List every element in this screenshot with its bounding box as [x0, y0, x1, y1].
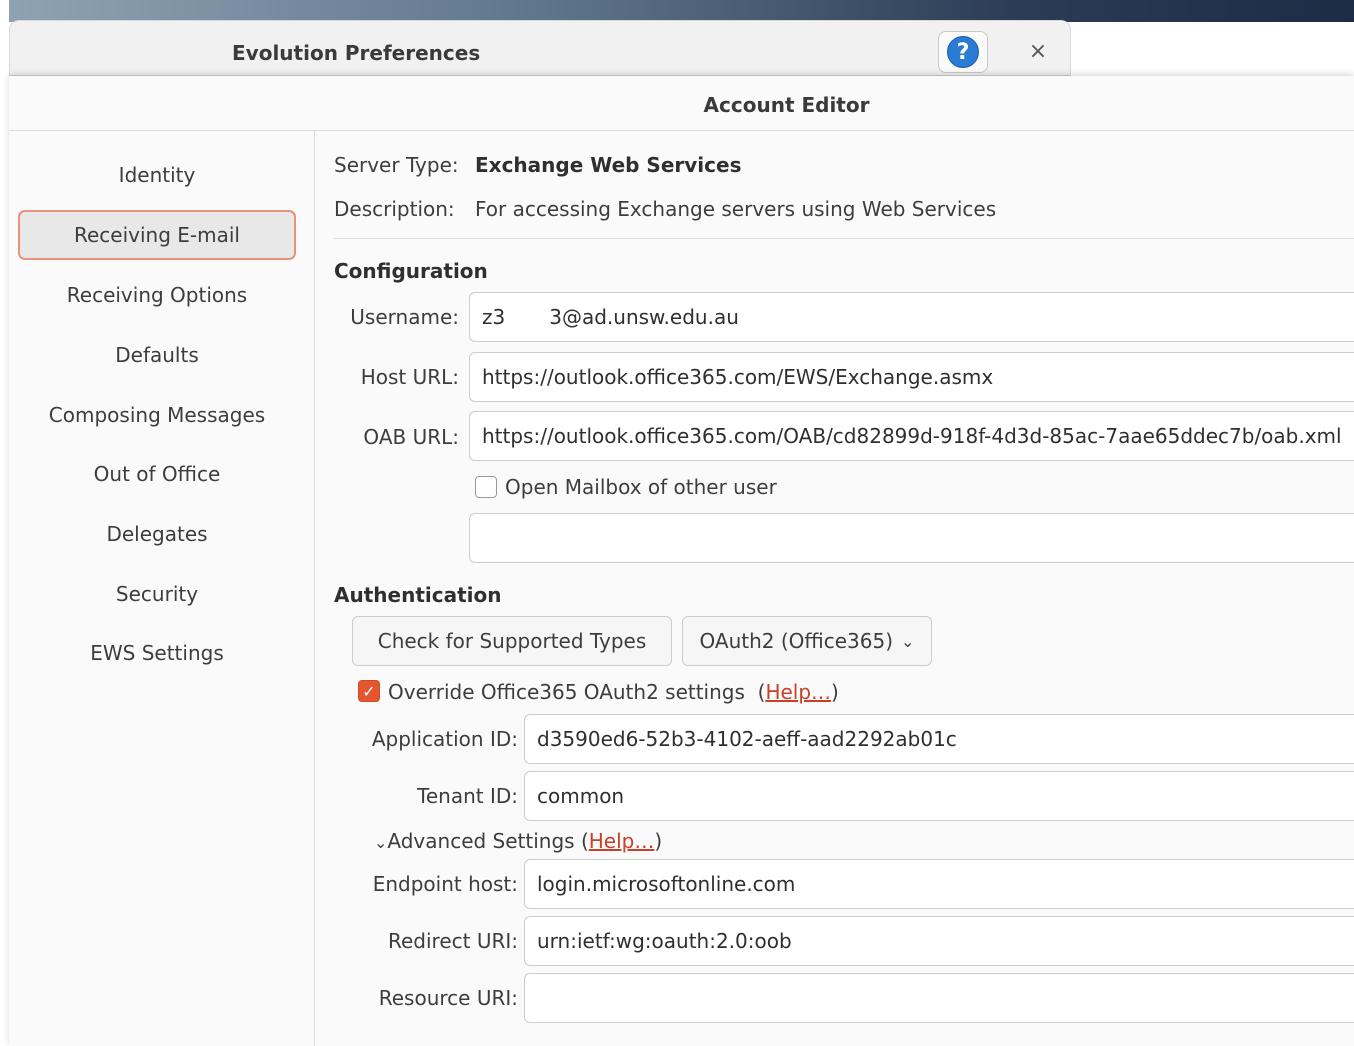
account-editor-dialog: Account Editor Identity Receiving E-mail…	[9, 76, 1354, 1046]
resource-uri-field[interactable]	[524, 973, 1354, 1023]
sidebar: Identity Receiving E-mail Receiving Opti…	[9, 131, 315, 1046]
override-oauth-label: Override Office365 OAuth2 settings (Help…	[388, 680, 839, 704]
preferences-title: Evolution Preferences	[232, 41, 481, 65]
question-mark-icon: ?	[947, 36, 979, 68]
application-id-label: Application ID:	[371, 727, 518, 751]
dialog-header: Account Editor	[9, 76, 1354, 131]
sidebar-item-receiving-email[interactable]: Receiving E-mail	[18, 210, 296, 260]
open-mailbox-checkbox[interactable]	[475, 476, 497, 498]
username-label: Username:	[350, 305, 459, 329]
desktop-background	[0, 0, 1354, 22]
host-url-label: Host URL:	[360, 365, 459, 389]
tenant-id-label: Tenant ID:	[417, 784, 518, 808]
configuration-heading: Configuration	[334, 259, 488, 283]
check-supported-types-button[interactable]: Check for Supported Types	[352, 616, 672, 666]
help-paren-open: (	[580, 829, 589, 853]
help-paren-close: )	[831, 680, 839, 704]
dialog-title: Account Editor	[703, 93, 870, 117]
redirect-uri-label: Redirect URI:	[387, 929, 518, 953]
username-field[interactable]: z3 3@ad.unsw.edu.au	[469, 292, 1354, 342]
chevron-down-icon: ⌄	[901, 631, 915, 651]
auth-method-value: OAuth2 (Office365)	[699, 629, 894, 653]
override-help-link[interactable]: Help…	[765, 680, 831, 704]
separator	[334, 238, 1354, 239]
sidebar-item-security[interactable]: Security	[18, 569, 296, 619]
checkmark-icon: ✓	[362, 681, 376, 701]
server-type-value: Exchange Web Services	[475, 153, 742, 177]
sidebar-item-defaults[interactable]: Defaults	[18, 330, 296, 380]
endpoint-host-field[interactable]: login.microsoftonline.com	[524, 859, 1354, 909]
sidebar-item-ews-settings[interactable]: EWS Settings	[18, 628, 296, 678]
receiving-email-page: Server Type: Exchange Web Services Descr…	[334, 131, 1354, 1046]
desktop-edge	[0, 0, 9, 1046]
application-id-field[interactable]: d3590ed6-52b3-4102-aeff-aad2292ab01c	[524, 714, 1354, 764]
sidebar-item-identity[interactable]: Identity	[18, 150, 296, 200]
oab-url-label: OAB URL:	[363, 425, 459, 449]
server-type-label: Server Type:	[334, 153, 459, 177]
open-mailbox-label: Open Mailbox of other user	[505, 475, 777, 499]
sidebar-item-out-of-office[interactable]: Out of Office	[18, 449, 296, 499]
override-oauth-checkbox[interactable]: ✓	[358, 680, 380, 702]
oab-url-field[interactable]: https://outlook.office365.com/OAB/cd8289…	[469, 411, 1354, 461]
preferences-titlebar: Evolution Preferences ? ×	[9, 20, 1071, 76]
help-paren-close: )	[654, 829, 663, 853]
other-user-field[interactable]	[469, 513, 1354, 563]
advanced-settings-expander[interactable]: ⌄Advanced Settings (Help…)	[374, 829, 662, 853]
advanced-help-link[interactable]: Help…	[589, 829, 655, 853]
tenant-id-field[interactable]: common	[524, 771, 1354, 821]
username-prefix: z3	[482, 305, 506, 329]
redacted-mask	[505, 305, 550, 329]
chevron-down-icon: ⌄	[374, 833, 388, 852]
close-icon: ×	[1028, 38, 1048, 64]
endpoint-host-label: Endpoint host:	[372, 872, 518, 896]
authentication-heading: Authentication	[334, 583, 502, 607]
username-suffix: 3@ad.unsw.edu.au	[549, 305, 739, 329]
sidebar-item-delegates[interactable]: Delegates	[18, 509, 296, 559]
auth-method-dropdown[interactable]: OAuth2 (Office365) ⌄	[682, 616, 932, 666]
sidebar-item-receiving-options[interactable]: Receiving Options	[18, 270, 296, 320]
description-label: Description:	[334, 197, 455, 221]
override-oauth-text: Override Office365 OAuth2 settings	[388, 680, 745, 704]
description-value: For accessing Exchange servers using Web…	[475, 197, 997, 221]
host-url-field[interactable]: https://outlook.office365.com/EWS/Exchan…	[469, 352, 1354, 402]
advanced-settings-label: Advanced Settings	[387, 829, 575, 853]
resource-uri-label: Resource URI:	[378, 986, 518, 1010]
help-button[interactable]: ?	[938, 31, 988, 73]
redirect-uri-field[interactable]: urn:ietf:wg:oauth:2.0:oob	[524, 916, 1354, 966]
sidebar-item-composing-messages[interactable]: Composing Messages	[18, 390, 296, 440]
close-button[interactable]: ×	[1020, 33, 1056, 69]
